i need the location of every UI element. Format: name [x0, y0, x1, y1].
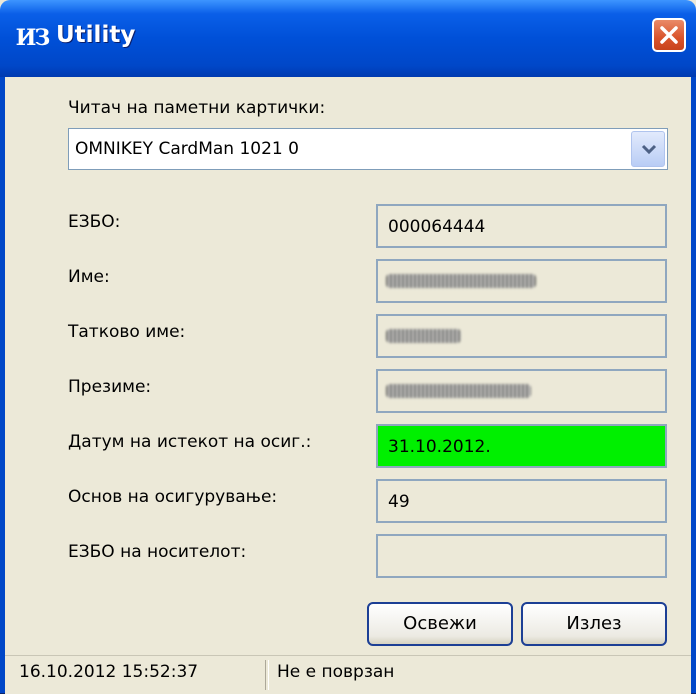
datum-value: 31.10.2012. [388, 437, 491, 457]
reader-label: Читач на паметни картички: [68, 98, 326, 118]
prezime-field [376, 369, 667, 413]
utility-window: ИЗ Utility Читач на паметни картички: OM… [0, 0, 696, 694]
ezbo-label: ЕЗБО: [68, 212, 121, 232]
prezime-label: Презиме: [68, 377, 152, 397]
window-border-left [0, 77, 5, 693]
window-title: Utility [56, 22, 136, 48]
redacted-father-name [386, 329, 461, 343]
window-border-right [691, 77, 696, 693]
close-icon [660, 26, 678, 44]
ezbo-nositel-label: ЕЗБО на носителот: [68, 542, 247, 562]
tatkovo-ime-label: Татково име: [68, 322, 186, 342]
reader-selected-value: OMNIKEY CardMan 1021 0 [75, 139, 299, 159]
close-button[interactable] [652, 18, 686, 52]
status-bar: 16.10.2012 15:52:37 Не е поврзан [5, 655, 691, 694]
app-logo-icon: ИЗ [15, 25, 51, 51]
status-separator [265, 660, 269, 690]
reader-dropdown[interactable]: OMNIKEY CardMan 1021 0 [68, 128, 668, 170]
ezbo-value: 000064444 [388, 217, 486, 237]
ezbo-nositel-field [376, 534, 667, 578]
redacted-name [386, 274, 536, 288]
refresh-button[interactable]: Освежи [367, 602, 513, 646]
redacted-surname [386, 384, 531, 398]
ime-field [376, 259, 667, 303]
datum-label: Датум на истекот на осиг.: [68, 432, 312, 452]
status-datetime: 16.10.2012 15:52:37 [19, 662, 199, 682]
exit-button[interactable]: Излез [521, 602, 667, 646]
osnov-field: 49 [376, 479, 667, 523]
ime-label: Име: [68, 267, 110, 287]
osnov-label: Основ на осигурување: [68, 487, 278, 507]
chevron-down-icon [641, 144, 657, 155]
osnov-value: 49 [388, 492, 410, 512]
tatkovo-ime-field [376, 314, 667, 358]
status-connection: Не е поврзан [277, 662, 395, 682]
ezbo-field: 000064444 [376, 204, 667, 248]
datum-field: 31.10.2012. [376, 424, 667, 468]
dropdown-button[interactable] [631, 131, 665, 167]
title-bar[interactable]: ИЗ Utility [0, 0, 696, 77]
